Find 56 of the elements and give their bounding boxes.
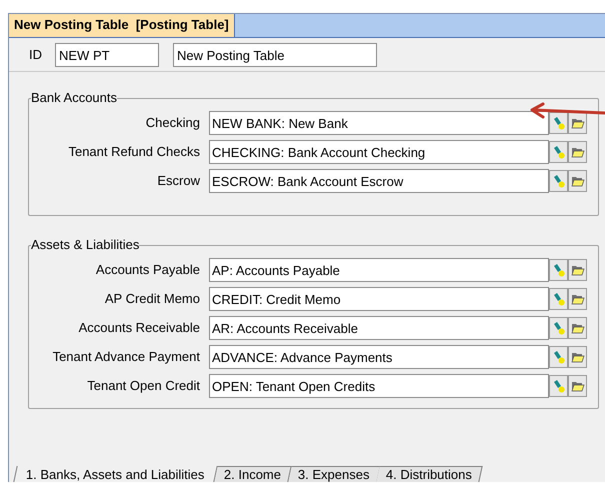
- account-field[interactable]: CHECKING: Bank Account Checking: [209, 140, 549, 164]
- field-label: Tenant Refund Checks: [67, 143, 201, 162]
- folder-icon: [570, 146, 584, 158]
- window-title: New Posting Table [Posting Table]: [9, 14, 235, 37]
- tab[interactable]: 2. Income: [214, 466, 292, 482]
- tab[interactable]: 3. Expenses: [288, 466, 380, 482]
- pin-button[interactable]: [549, 375, 568, 397]
- folder-icon: [570, 351, 584, 363]
- account-field[interactable]: AR: Accounts Receivable: [209, 316, 549, 340]
- browse-button[interactable]: [568, 288, 587, 310]
- folder-icon: [570, 175, 584, 187]
- field-label: Escrow: [156, 172, 201, 190]
- browse-button[interactable]: [568, 170, 587, 192]
- browse-button[interactable]: [568, 141, 587, 163]
- id-field[interactable]: NEW PT: [55, 42, 159, 66]
- pin-button[interactable]: [549, 141, 568, 163]
- pushpin-icon: [552, 322, 564, 334]
- field-label: Tenant Open Credit: [86, 377, 201, 396]
- field-label: Accounts Payable: [94, 261, 201, 280]
- browse-button[interactable]: [568, 375, 587, 397]
- pin-button[interactable]: [549, 259, 568, 281]
- field-label: Tenant Advance Payment: [52, 348, 201, 366]
- tab[interactable]: 4. Distributions: [376, 466, 483, 482]
- browse-button[interactable]: [568, 112, 587, 134]
- pushpin-icon: [552, 264, 564, 276]
- pushpin-icon: [552, 380, 564, 392]
- pushpin-icon: [552, 146, 564, 158]
- folder-icon: [570, 322, 584, 334]
- description-field[interactable]: New Posting Table: [173, 42, 377, 66]
- field-label: Checking: [144, 114, 201, 132]
- pin-button[interactable]: [549, 288, 568, 310]
- pushpin-icon: [552, 116, 564, 130]
- account-field[interactable]: AP: Accounts Payable: [209, 258, 549, 282]
- folder-icon: [570, 264, 584, 276]
- account-field[interactable]: ESCROW: Bank Account Escrow: [209, 169, 549, 193]
- folder-icon: [570, 380, 584, 392]
- account-field[interactable]: CREDIT: Credit Memo: [209, 287, 549, 311]
- tab[interactable]: 1. Banks, Assets and Liabilities: [13, 466, 218, 482]
- field-label: Accounts Receivable: [78, 319, 201, 338]
- pushpin-icon: [552, 292, 564, 306]
- pin-button[interactable]: [549, 346, 568, 368]
- account-field[interactable]: OPEN: Tenant Open Credits: [209, 374, 549, 398]
- account-field[interactable]: NEW BANK: New Bank: [209, 111, 549, 135]
- field-label: AP Credit Memo: [104, 290, 201, 308]
- account-field[interactable]: ADVANCE: Advance Payments: [209, 345, 549, 369]
- pin-button[interactable]: [549, 317, 568, 339]
- browse-button[interactable]: [568, 317, 587, 339]
- folder-icon: [570, 293, 584, 305]
- pushpin-icon: [552, 174, 564, 188]
- browse-button[interactable]: [568, 259, 587, 281]
- browse-button[interactable]: [568, 346, 587, 368]
- folder-icon: [570, 117, 584, 129]
- pin-button[interactable]: [549, 112, 568, 134]
- pin-button[interactable]: [549, 170, 568, 192]
- pushpin-icon: [552, 350, 564, 364]
- id-label: ID: [29, 46, 43, 64]
